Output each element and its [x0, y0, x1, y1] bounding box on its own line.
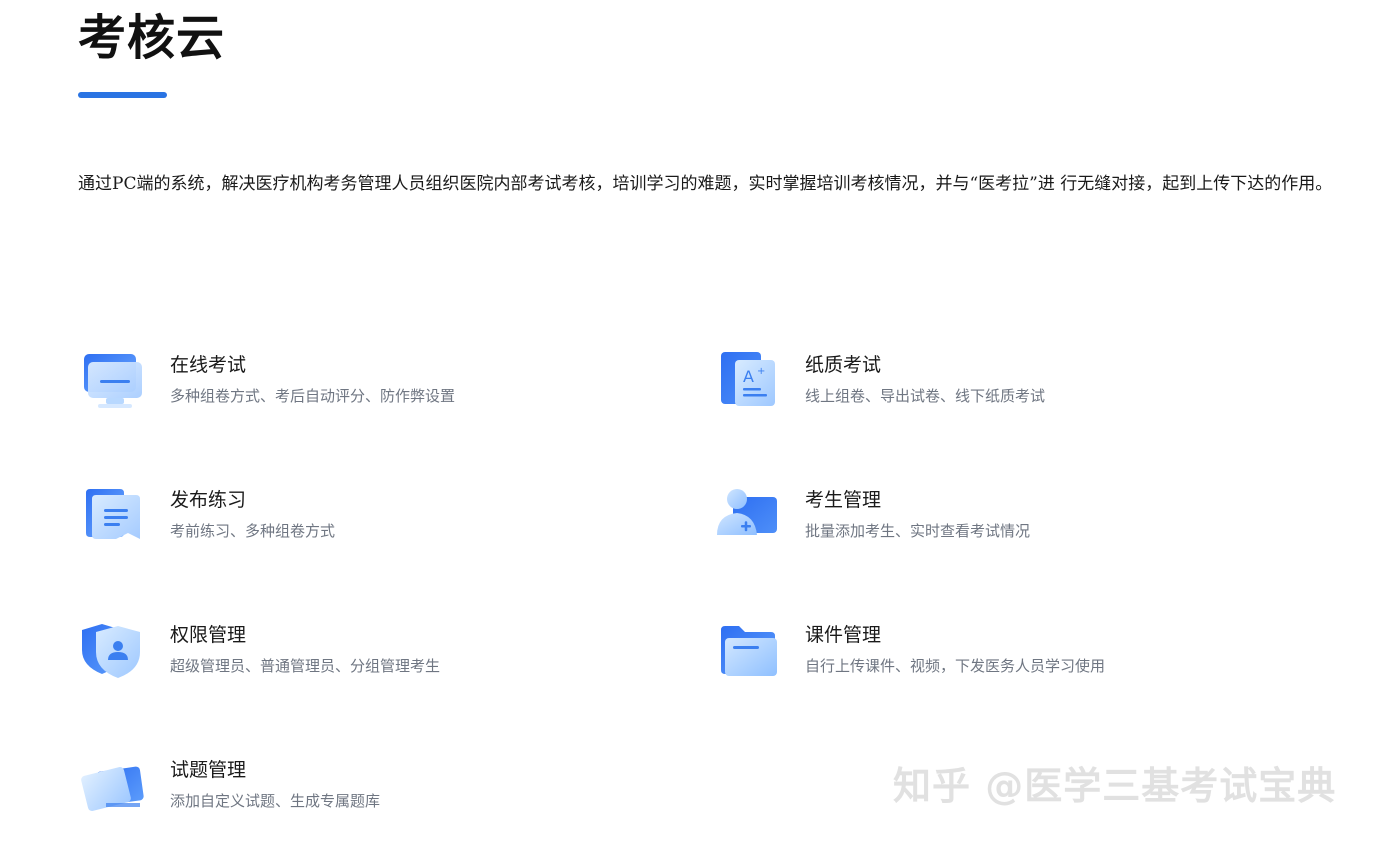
page-description: 通过PC端的系统，解决医疗机构考务管理人员组织医院内部考试考核，培训学习的难题，… [78, 174, 1333, 194]
feature-subtitle: 线上组卷、导出试卷、线下纸质考试 [805, 387, 1046, 405]
feature-online-exam[interactable]: 在线考试 多种组卷方式、考后自动评分、防作弊设置 [80, 350, 640, 430]
feature-name: 发布练习 [170, 489, 247, 511]
feature-name: 试题管理 [170, 759, 247, 781]
feature-courseware-management[interactable]: 课件管理 自行上传课件、视频，下发医务人员学习使用 [715, 620, 1275, 700]
feature-subtitle: 超级管理员、普通管理员、分组管理考生 [170, 657, 441, 675]
monitor-icon [80, 350, 146, 416]
feature-subtitle: 自行上传课件、视频，下发医务人员学习使用 [805, 657, 1106, 675]
feature-name: 课件管理 [805, 624, 882, 646]
add-examinee-icon [715, 485, 781, 551]
feature-name: 纸质考试 [805, 354, 882, 376]
shield-user-icon [80, 620, 146, 686]
feature-question-management[interactable]: 试题管理 添加自定义试题、生成专属题库 [80, 755, 640, 835]
feature-publish-practice[interactable]: 发布练习 考前练习、多种组卷方式 [80, 485, 640, 565]
feature-examinee-management[interactable]: 考生管理 批量添加考生、实时查看考试情况 [715, 485, 1275, 565]
feature-paper-exam[interactable]: A + 纸质考试 线上组卷、导出试卷、线下纸质考试 [715, 350, 1275, 430]
question-bank-icon [80, 755, 146, 821]
svg-text:+: + [757, 366, 765, 377]
feature-name: 考生管理 [805, 489, 882, 511]
paper-exam-icon: A + [715, 350, 781, 416]
feature-subtitle: 批量添加考生、实时查看考试情况 [805, 522, 1031, 540]
practice-doc-icon [80, 485, 146, 551]
feature-subtitle: 添加自定义试题、生成专属题库 [170, 792, 381, 810]
feature-subtitle: 考前练习、多种组卷方式 [170, 522, 336, 540]
feature-subtitle: 多种组卷方式、考后自动评分、防作弊设置 [170, 387, 456, 405]
feature-permission-management[interactable]: 权限管理 超级管理员、普通管理员、分组管理考生 [80, 620, 640, 700]
page-title: 考核云 [78, 10, 226, 66]
watermark: 知乎 @医学三基考试宝典 [893, 764, 1337, 808]
feature-name: 在线考试 [170, 354, 247, 376]
feature-name: 权限管理 [170, 624, 247, 646]
svg-text:A: A [743, 367, 754, 386]
folder-icon [715, 620, 781, 686]
title-underline [78, 92, 167, 98]
